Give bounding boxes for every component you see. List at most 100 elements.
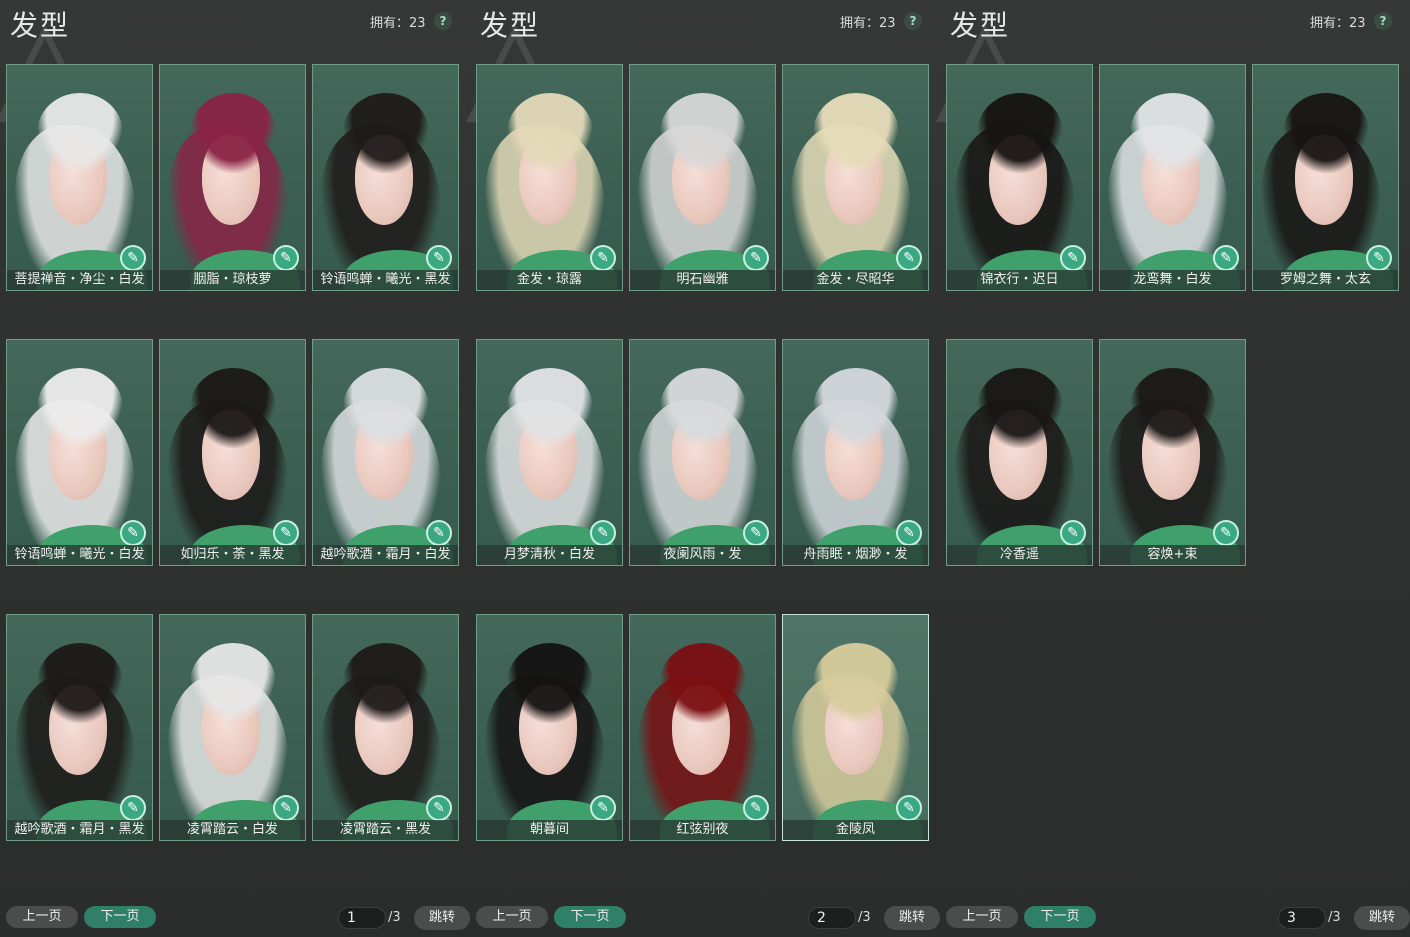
hairstyle-preview [343,643,429,723]
hairstyle-card[interactable]: ✎ 金发・琼露 [476,64,623,291]
hairstyle-card[interactable]: ✎ 铃语鸣蝉・曦光・黑发 [312,64,459,291]
hairstyle-preview [813,93,899,173]
page-number-input[interactable]: 3 [1278,907,1326,929]
dye-brush-icon[interactable]: ✎ [120,245,146,271]
dye-brush-icon[interactable]: ✎ [273,520,299,546]
dye-brush-icon[interactable]: ✎ [896,245,922,271]
hairstyle-name: 金发・琼露 [477,270,622,290]
dye-brush-icon[interactable]: ✎ [1060,245,1086,271]
hairstyle-card[interactable]: ✎ 朝暮间 [476,614,623,841]
hairstyle-panel-2: 发型 拥有：23 ? ✎ 金发・琼露 ✎ 明石幽雅 ✎ 金发・尽昭华 ✎ 月梦清… [465,0,940,937]
jump-button[interactable]: 跳转 [884,906,940,930]
hairstyle-card[interactable]: ✎ 冷香遥 [946,339,1093,566]
help-icon[interactable]: ? [904,12,922,30]
dye-brush-icon[interactable]: ✎ [896,520,922,546]
hairstyle-card[interactable]: ✎ 龙鸾舞・白发 [1099,64,1246,291]
owned-count: 拥有：23 [840,16,896,31]
dye-brush-icon[interactable]: ✎ [1366,245,1392,271]
dye-brush-icon[interactable]: ✎ [1213,520,1239,546]
hairstyle-preview [660,368,746,448]
hairstyle-card[interactable]: ✎ 凌霄踏云・白发 [159,614,306,841]
dye-brush-icon[interactable]: ✎ [590,795,616,821]
hairstyle-card[interactable]: ✎ 夜阑风雨・发 [629,339,776,566]
dye-brush-icon[interactable]: ✎ [743,245,769,271]
hairstyle-card[interactable]: ✎ 锦衣行・迟日 [946,64,1093,291]
hairstyle-card[interactable]: ✎ 胭脂・琼枝萝 [159,64,306,291]
hairstyle-grid: ✎ 菩提禅音・净尘・白发 ✎ 胭脂・琼枝萝 ✎ 铃语鸣蝉・曦光・黑发 ✎ 铃语鸣… [6,64,466,864]
hairstyle-card[interactable]: ✎ 如归乐・荼・黑发 [159,339,306,566]
dye-brush-icon[interactable]: ✎ [426,520,452,546]
next-page-button[interactable]: 下一页 [1024,906,1096,928]
hairstyle-card[interactable]: ✎ 凌霄踏云・黑发 [312,614,459,841]
dye-brush-icon[interactable]: ✎ [590,520,616,546]
hairstyle-name: 红弦别夜 [630,820,775,840]
next-page-button[interactable]: 下一页 [554,906,626,928]
hairstyle-grid: ✎ 金发・琼露 ✎ 明石幽雅 ✎ 金发・尽昭华 ✎ 月梦清秋・白发 ✎ 夜阑风雨… [476,64,936,864]
jump-button[interactable]: 跳转 [414,906,470,930]
hairstyle-name: 月梦清秋・白发 [477,545,622,565]
hairstyle-preview [977,93,1063,173]
next-page-button[interactable]: 下一页 [84,906,156,928]
hairstyle-card[interactable]: ✎ 越吟歌酒・霜月・白发 [312,339,459,566]
hairstyle-name: 龙鸾舞・白发 [1100,270,1245,290]
hairstyle-panel-3: 发型 拥有：23 ? ✎ 锦衣行・迟日 ✎ 龙鸾舞・白发 ✎ 罗姆之舞・太玄 ✎… [935,0,1410,937]
page-number-input[interactable]: 2 [808,907,856,929]
hairstyle-card[interactable]: ✎ 越吟歌酒・霜月・黑发 [6,614,153,841]
prev-page-button[interactable]: 上一页 [946,906,1018,928]
dye-brush-icon[interactable]: ✎ [743,795,769,821]
dye-brush-icon[interactable]: ✎ [1060,520,1086,546]
dye-brush-icon[interactable]: ✎ [896,795,922,821]
hairstyle-preview [660,643,746,723]
hairstyle-preview [37,93,123,173]
hairstyle-card[interactable]: ✎ 舟雨眠・烟渺・发 [782,339,929,566]
hairstyle-name: 如归乐・荼・黑发 [160,545,305,565]
dye-brush-icon[interactable]: ✎ [120,520,146,546]
hairstyle-card[interactable]: ✎ 罗姆之舞・太玄 [1252,64,1399,291]
jump-button[interactable]: 跳转 [1354,906,1410,930]
hairstyle-panel-1: 发型 拥有：23 ? ✎ 菩提禅音・净尘・白发 ✎ 胭脂・琼枝萝 ✎ 铃语鸣蝉・… [0,0,470,937]
prev-page-button[interactable]: 上一页 [6,906,78,928]
dye-brush-icon[interactable]: ✎ [273,795,299,821]
hairstyle-name: 胭脂・琼枝萝 [160,270,305,290]
hairstyle-card[interactable]: ✎ 金陵凤 [782,614,929,841]
hairstyle-name: 明石幽雅 [630,270,775,290]
hairstyle-name: 菩提禅音・净尘・白发 [7,270,152,290]
page-total: /3 [388,910,401,925]
hairstyle-card[interactable]: ✎ 明石幽雅 [629,64,776,291]
help-icon[interactable]: ? [434,12,452,30]
hairstyle-preview [507,643,593,723]
dye-brush-icon[interactable]: ✎ [273,245,299,271]
page-total: /3 [858,910,871,925]
owned-count: 拥有：23 [1310,16,1366,31]
hairstyle-preview [660,93,746,173]
hairstyle-preview [190,368,276,448]
hairstyle-card[interactable]: ✎ 容焕+束 [1099,339,1246,566]
dye-brush-icon[interactable]: ✎ [1213,245,1239,271]
hairstyle-name: 越吟歌酒・霜月・白发 [313,545,458,565]
hairstyle-name: 朝暮间 [477,820,622,840]
hairstyle-preview [343,368,429,448]
dye-brush-icon[interactable]: ✎ [120,795,146,821]
hairstyle-card[interactable]: ✎ 菩提禅音・净尘・白发 [6,64,153,291]
dye-brush-icon[interactable]: ✎ [743,520,769,546]
hairstyle-name: 锦衣行・迟日 [947,270,1092,290]
hairstyle-preview [977,368,1063,448]
hairstyle-name: 容焕+束 [1100,545,1245,565]
dye-brush-icon[interactable]: ✎ [426,245,452,271]
help-icon[interactable]: ? [1374,12,1392,30]
hairstyle-name: 金陵凤 [783,820,928,840]
hairstyle-name: 铃语鸣蝉・曦光・白发 [7,545,152,565]
hairstyle-preview [343,93,429,173]
hairstyle-name: 凌霄踏云・白发 [160,820,305,840]
dye-brush-icon[interactable]: ✎ [426,795,452,821]
hairstyle-card[interactable]: ✎ 金发・尽昭华 [782,64,929,291]
hairstyle-preview [1130,93,1216,173]
page-number-input[interactable]: 1 [338,907,386,929]
hairstyle-card[interactable]: ✎ 月梦清秋・白发 [476,339,623,566]
hairstyle-name: 罗姆之舞・太玄 [1253,270,1398,290]
hairstyle-card[interactable]: ✎ 铃语鸣蝉・曦光・白发 [6,339,153,566]
hairstyle-name: 越吟歌酒・霜月・黑发 [7,820,152,840]
hairstyle-card[interactable]: ✎ 红弦别夜 [629,614,776,841]
dye-brush-icon[interactable]: ✎ [590,245,616,271]
prev-page-button[interactable]: 上一页 [476,906,548,928]
